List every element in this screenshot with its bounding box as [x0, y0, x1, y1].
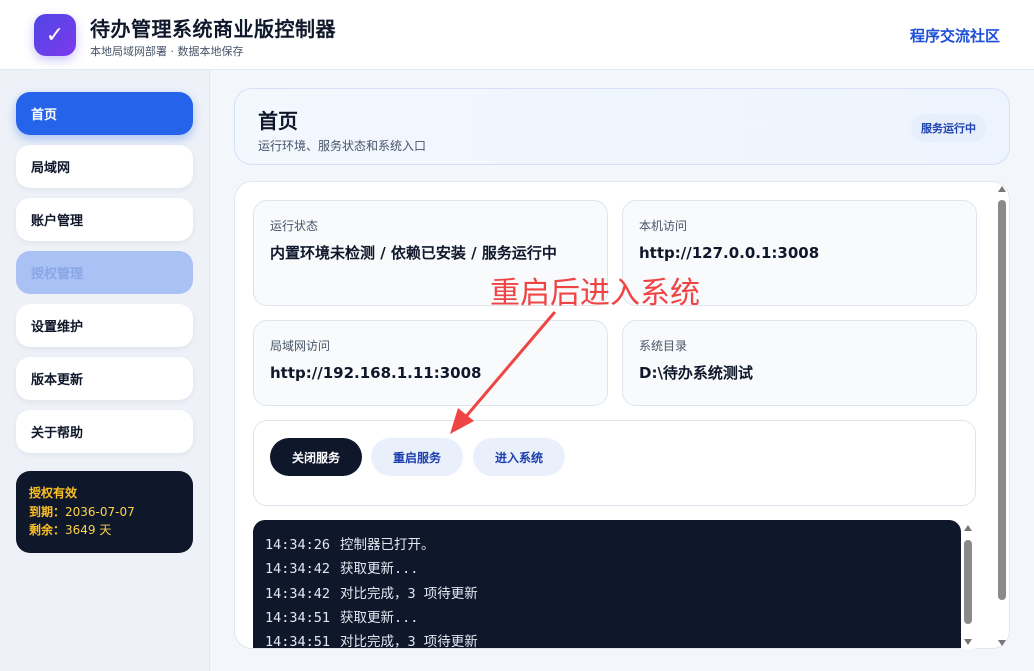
log-message: 控制器已打开。: [340, 537, 435, 553]
info-card-system-dir: 系统目录 D:\待办系统测试: [622, 320, 977, 406]
log-line: 14:34:51 获取更新...: [265, 606, 961, 630]
log-scrollbar-thumb[interactable]: [964, 540, 972, 624]
stop-service-button[interactable]: 关闭服务: [270, 438, 362, 476]
service-actions-card: 关闭服务 重启服务 进入系统: [253, 420, 976, 506]
log-time: 14:34:51: [265, 609, 331, 626]
license-expiry-label: 到期：: [29, 504, 66, 519]
license-title: 授权有效: [29, 486, 78, 500]
check-logo-icon: ✓: [34, 14, 76, 56]
log-message: 获取更新...: [340, 609, 419, 626]
license-status-box: 授权有效 到期：2036-07-07 剩余：3649 天: [16, 471, 193, 553]
log-console[interactable]: 14:34:26 控制器已打开。 14:34:42 获取更新... 14:34:42…: [253, 520, 961, 649]
main-scrollbar-thumb[interactable]: [998, 200, 1006, 600]
sidebar-item-settings[interactable]: 设置维护: [16, 304, 193, 347]
info-label: 局域网访问: [270, 339, 331, 353]
info-value: D:\待办系统测试: [639, 364, 753, 382]
app-title: 待办管理系统商业版控制器: [90, 17, 336, 41]
log-message: 对比完成，3 项待更新: [340, 585, 478, 602]
sidebar-item-label: 局域网: [31, 161, 71, 176]
app-subtitle: 本地局域网部署 · 数据本地保存: [90, 45, 244, 58]
log-time: 14:34:51: [265, 634, 331, 649]
log-line: 14:34:26 控制器已打开。: [265, 533, 961, 557]
info-card-lan-url: 局域网访问 http://192.168.1.11:3008: [253, 320, 608, 406]
log-scroll-down-icon[interactable]: [964, 639, 972, 645]
info-value: 内置环境未检测 / 依赖已安装 / 服务运行中: [270, 244, 557, 262]
info-value[interactable]: http://192.168.1.11:3008: [270, 361, 593, 386]
sidebar-item-label: 首页: [31, 108, 58, 123]
license-expiry-value: 2036-07-07: [65, 504, 135, 519]
log-time: 14:34:42: [265, 561, 331, 578]
page-title: 首页: [258, 109, 298, 133]
service-status-badge: 服务运行中: [911, 114, 986, 142]
sidebar: 首页 局域网 账户管理 授权管理 设置维护 版本更新 关于帮助 授权有效 到期：…: [0, 70, 210, 671]
log-time: 14:34:42: [265, 585, 331, 602]
log-time: 14:34:26: [265, 537, 331, 553]
page-header-card: 首页 运行环境、服务状态和系统入口 服务运行中: [234, 88, 1010, 165]
log-line: 14:34:51 对比完成，3 项待更新: [265, 630, 961, 649]
sidebar-item-accounts[interactable]: 账户管理: [16, 198, 193, 241]
sidebar-item-home[interactable]: 首页: [16, 92, 193, 135]
sidebar-item-label: 账户管理: [31, 214, 84, 229]
license-remaining-label: 剩余：: [29, 523, 66, 537]
log-line: 14:34:42 对比完成，3 项待更新: [265, 582, 961, 606]
license-remaining: 剩余：3649 天: [29, 521, 193, 540]
sidebar-item-lan[interactable]: 局域网: [16, 145, 193, 188]
annotation-text: 重启后进入系统: [490, 276, 700, 311]
log-line: 14:34:42 获取更新...: [265, 557, 961, 581]
info-label: 系统目录: [639, 339, 688, 353]
log-message: 对比完成，3 项待更新: [340, 634, 478, 649]
info-value[interactable]: http://127.0.0.1:3008: [639, 241, 962, 266]
sidebar-item-label: 设置维护: [31, 320, 84, 335]
community-link[interactable]: 程序交流社区: [910, 25, 1000, 46]
enter-system-button[interactable]: 进入系统: [473, 438, 565, 476]
page-description: 运行环境、服务状态和系统入口: [258, 139, 427, 153]
app-header: ✓ 待办管理系统商业版控制器 本地局域网部署 · 数据本地保存 程序交流社区: [0, 0, 1034, 70]
log-message: 获取更新...: [340, 561, 419, 578]
license-expiry: 到期：2036-07-07: [29, 503, 193, 522]
sidebar-item-help[interactable]: 关于帮助: [16, 410, 193, 453]
info-label: 运行状态: [270, 219, 319, 233]
main-scroll-up-icon[interactable]: [998, 186, 1006, 192]
license-remaining-value: 3649 天: [65, 523, 112, 537]
main-content-card: 运行状态 内置环境未检测 / 依赖已安装 / 服务运行中 本机访问 http:/…: [234, 181, 1010, 649]
log-scroll-up-icon[interactable]: [964, 525, 972, 531]
sidebar-item-updates[interactable]: 版本更新: [16, 357, 193, 400]
sidebar-item-label: 关于帮助: [31, 426, 84, 441]
sidebar-item-license: 授权管理: [16, 251, 193, 294]
sidebar-item-label: 授权管理: [31, 267, 84, 282]
sidebar-item-label: 版本更新: [31, 373, 84, 388]
main-scroll-down-icon[interactable]: [998, 640, 1006, 646]
restart-service-button[interactable]: 重启服务: [371, 438, 463, 476]
info-label: 本机访问: [639, 219, 688, 233]
